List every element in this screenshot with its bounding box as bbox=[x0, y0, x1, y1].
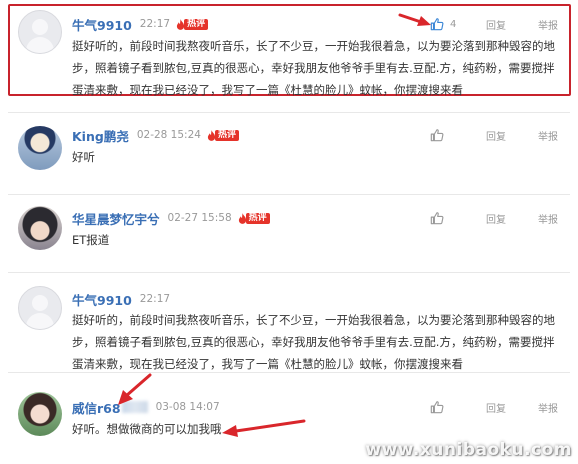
timestamp: 02-27 15:58 bbox=[167, 212, 232, 224]
comment-header: 牛气9910 22:17 热评 bbox=[72, 15, 209, 34]
hot-label: 热评 bbox=[214, 129, 239, 141]
arrow-annotation bbox=[118, 373, 152, 405]
avatar[interactable] bbox=[18, 392, 62, 436]
report-button[interactable]: 举报 bbox=[538, 128, 558, 143]
comment-header: King鹏尧 02-28 15:24 热评 bbox=[72, 126, 239, 144]
like-button[interactable] bbox=[430, 400, 474, 414]
divider bbox=[8, 372, 570, 373]
comment-text: 好听。想做微商的可以加我哦 bbox=[72, 422, 222, 436]
comment-actions: 回复 举报 bbox=[430, 209, 558, 227]
thumbs-up-icon bbox=[430, 212, 444, 225]
like-button[interactable] bbox=[430, 128, 474, 142]
timestamp: 22:17 bbox=[139, 18, 171, 30]
hot-badge: 热评 bbox=[176, 18, 209, 31]
divider bbox=[8, 272, 570, 273]
comment-actions: 回复 举报 bbox=[430, 398, 558, 416]
avatar[interactable] bbox=[18, 286, 62, 330]
arrow-annotation bbox=[222, 419, 306, 437]
comment-actions: 回复 举报 bbox=[430, 126, 558, 144]
reply-button[interactable]: 回复 bbox=[486, 400, 530, 415]
comment-header: 牛气9910 22:17 bbox=[72, 290, 170, 308]
comment-text: 挺好听的，前段时间我熬夜听音乐，长了不少豆，一开始我很着急，以为要沦落到那种毁容… bbox=[72, 39, 555, 97]
comment-item: 华星晨梦忆宇兮 02-27 15:58 热评 回复 举报 ET报道 bbox=[8, 202, 570, 268]
timestamp: 03-08 14:07 bbox=[155, 401, 220, 413]
thumbs-up-icon bbox=[430, 401, 444, 414]
comment-text: 挺好听的，前段时间我熬夜听音乐，长了不少豆，一开始我很着急，以为要沦落到那种毁容… bbox=[72, 313, 555, 371]
hot-label: 热评 bbox=[184, 18, 209, 30]
hot-badge: 热评 bbox=[238, 212, 270, 225]
watermark: www.xunibaoku.com bbox=[365, 440, 572, 460]
comment-actions: 4 回复 举报 bbox=[430, 15, 558, 33]
like-button[interactable] bbox=[430, 211, 474, 225]
hot-badge: 热评 bbox=[207, 129, 239, 142]
avatar[interactable] bbox=[18, 206, 62, 250]
username[interactable]: King鹏尧 bbox=[72, 126, 129, 145]
timestamp: 02-28 15:24 bbox=[136, 129, 201, 141]
username[interactable]: 牛气9910 bbox=[72, 15, 132, 34]
thumbs-up-icon bbox=[430, 129, 444, 142]
comment-text: 好听 bbox=[72, 150, 95, 164]
report-button[interactable]: 举报 bbox=[538, 17, 558, 32]
reply-button[interactable]: 回复 bbox=[486, 211, 530, 226]
reply-button[interactable]: 回复 bbox=[486, 128, 530, 143]
avatar[interactable] bbox=[18, 126, 62, 170]
divider bbox=[8, 112, 570, 113]
like-count: 4 bbox=[450, 18, 457, 30]
divider bbox=[8, 194, 570, 195]
report-button[interactable]: 举报 bbox=[538, 400, 558, 415]
comment-item: 牛气9910 22:17 热评 4 回复 举报 挺好听的，前段时间我熬夜听音乐，… bbox=[8, 6, 570, 97]
like-button[interactable]: 4 bbox=[430, 17, 474, 31]
avatar[interactable] bbox=[18, 10, 62, 54]
timestamp: 22:17 bbox=[139, 293, 171, 305]
thumbs-up-icon bbox=[430, 18, 444, 31]
hot-label: 热评 bbox=[245, 212, 270, 224]
comment-text: ET报道 bbox=[72, 233, 110, 247]
username[interactable]: 牛气9910 bbox=[72, 290, 132, 309]
comment-item: King鹏尧 02-28 15:24 热评 回复 举报 好听 bbox=[8, 120, 570, 190]
comment-item: 牛气9910 22:17 挺好听的，前段时间我熬夜听音乐，长了不少豆，一开始我很… bbox=[8, 282, 570, 371]
report-button[interactable]: 举报 bbox=[538, 211, 558, 226]
reply-button[interactable]: 回复 bbox=[486, 17, 530, 32]
arrow-annotation bbox=[398, 13, 431, 26]
comment-header: 华星晨梦忆宇兮 02-27 15:58 热评 bbox=[72, 209, 270, 227]
username[interactable]: 华星晨梦忆宇兮 bbox=[72, 209, 160, 228]
